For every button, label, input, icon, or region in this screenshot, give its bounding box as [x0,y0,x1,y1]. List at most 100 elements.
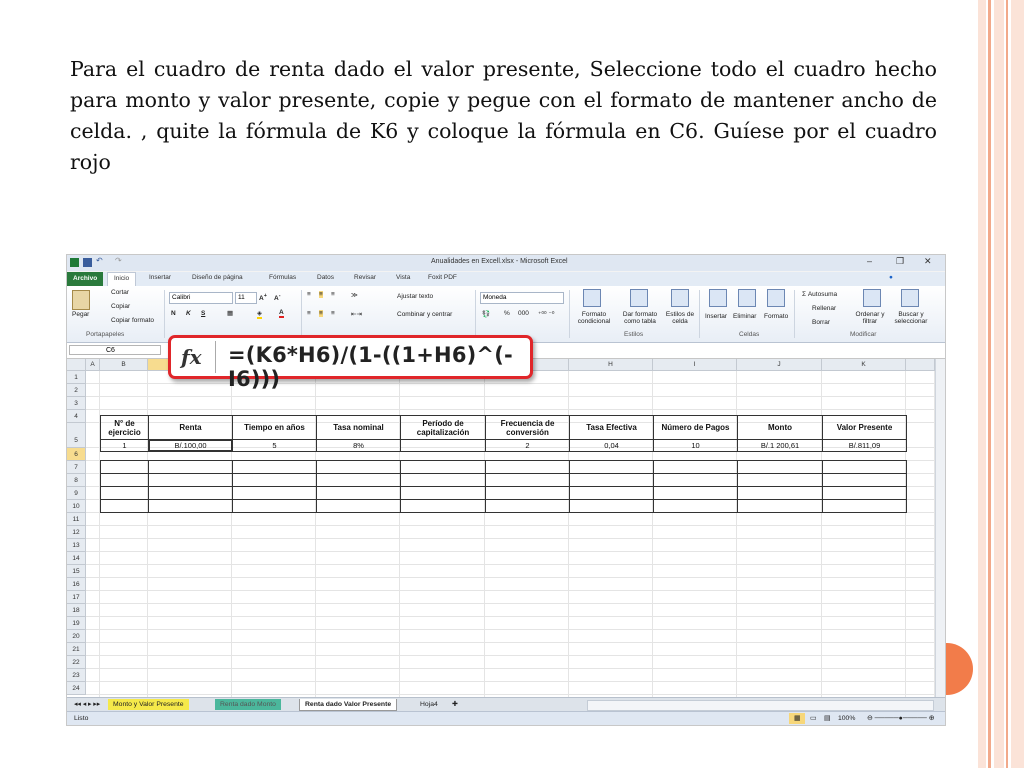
column-header[interactable]: A [86,359,100,371]
row-header[interactable]: 11 [67,513,86,526]
select-all-corner[interactable] [67,359,86,371]
tab-formulas[interactable]: Fórmulas [269,274,296,281]
table-cell-empty[interactable] [485,486,570,500]
table-cell-empty[interactable] [822,473,907,487]
table-cell-empty[interactable] [822,486,907,500]
table-cell-empty[interactable] [737,473,823,487]
table-cell-empty[interactable] [569,473,654,487]
table-cell-empty[interactable] [737,486,823,500]
tab-diseno[interactable]: Diseño de página [192,274,243,281]
table-cell-empty[interactable] [400,473,486,487]
table-cell-empty[interactable] [232,460,317,474]
table-cell-empty[interactable] [148,460,233,474]
font-size-select[interactable]: 11 [235,292,257,304]
table-header[interactable]: Monto [737,415,823,440]
row-header[interactable]: 23 [67,669,86,682]
table-cell[interactable]: 1 [100,439,149,452]
row-header[interactable]: 17 [67,591,86,604]
name-box[interactable]: C6 [69,345,161,355]
row-header[interactable]: 16 [67,578,86,591]
table-cell-empty[interactable] [316,486,401,500]
redo-icon[interactable]: ↷ [115,256,127,265]
table-header[interactable]: Frecuencia de conversión [485,415,570,440]
zoom-level[interactable]: 100% [833,713,860,724]
table-cell[interactable]: 5 [232,439,317,452]
delete-cells-button[interactable]: Eliminar [733,313,756,320]
align-left-icon[interactable]: ≡ [307,310,311,317]
sort-filter-button[interactable]: Ordenar y filtrar [853,311,887,325]
row-header[interactable]: 22 [67,656,86,669]
view-normal-icon[interactable]: ▦ [789,713,806,724]
decimals-icon[interactable]: ⁺⁰⁰ ⁻⁰ [538,310,555,318]
table-cell-empty[interactable] [569,486,654,500]
help-icon[interactable]: ● [889,274,893,281]
table-cell-empty[interactable] [100,499,149,513]
row-header[interactable]: 19 [67,617,86,630]
table-cell-empty[interactable] [100,486,149,500]
sheet-tab-hoja4[interactable]: Hoja4 [415,699,443,710]
table-cell[interactable] [400,439,486,452]
row-header[interactable]: 12 [67,526,86,539]
row-header[interactable]: 6 [67,448,86,461]
table-header[interactable]: Tasa nominal [316,415,401,440]
row-header[interactable]: 13 [67,539,86,552]
restore-button[interactable]: ❐ [896,256,904,267]
row-header[interactable]: 3 [67,397,86,410]
thousands-button[interactable]: 000 [518,310,529,317]
format-as-table-button[interactable]: Dar formato como tabla [618,311,662,325]
sheet-tab-monto-valor-presente[interactable]: Monto y Valor Presente [108,699,189,710]
minimize-button[interactable]: – [867,256,872,266]
row-header[interactable]: 21 [67,643,86,656]
table-cell[interactable]: 10 [653,439,738,452]
table-cell-empty[interactable] [400,499,486,513]
table-cell[interactable]: 2 [485,439,570,452]
table-cell-empty[interactable] [569,499,654,513]
row-header[interactable]: 10 [67,500,86,513]
table-header[interactable]: Tasa Efectiva [569,415,654,440]
insert-cells-button[interactable]: Insertar [705,313,727,320]
table-cell-empty[interactable] [485,499,570,513]
selected-cell-c6[interactable]: B/.100,00 [148,439,233,452]
row-header[interactable]: 24 [67,682,86,695]
cut-button[interactable]: Cortar [111,289,129,296]
tab-insertar[interactable]: Insertar [149,274,171,281]
save-icon[interactable] [83,258,92,267]
format-painter-button[interactable]: Copiar formato [111,317,154,324]
table-cell[interactable]: B/.811,09 [822,439,907,452]
close-button[interactable]: ✕ [924,256,932,267]
table-header[interactable]: Tiempo en años [232,415,317,440]
tab-vista[interactable]: Vista [396,274,410,281]
number-format-select[interactable]: Moneda [480,292,564,304]
sheet-nav-icons[interactable]: ◂◂ ◂ ▸ ▸▸ [69,699,105,710]
underline-button[interactable]: S [201,310,205,317]
table-cell-empty[interactable] [232,486,317,500]
conditional-format-button[interactable]: Formato condicional [572,311,616,325]
table-cell-empty[interactable] [737,499,823,513]
percent-button[interactable]: % [504,310,510,317]
column-header[interactable]: K [822,359,906,371]
table-header[interactable]: N° de ejercicio [100,415,149,440]
horizontal-scrollbar[interactable] [587,700,934,711]
column-header[interactable]: J [737,359,822,371]
paste-icon[interactable] [72,290,90,310]
align-bottom-icon[interactable]: ≡ [331,291,335,298]
orientation-icon[interactable]: ≫ [351,291,358,299]
sheet-tab-renta-dado-valor-presente[interactable]: Renta dado Valor Presente [299,699,398,711]
table-cell-empty[interactable] [822,460,907,474]
table-cell-empty[interactable] [148,473,233,487]
table-cell-empty[interactable] [485,460,570,474]
table-cell-empty[interactable] [316,460,401,474]
worksheet-grid[interactable]: A B C D E F G H I J K 123456789101112131… [67,359,935,697]
table-cell-empty[interactable] [653,486,738,500]
undo-icon[interactable]: ↶ [96,256,108,265]
cell-styles-button[interactable]: Estilos de celda [665,311,695,325]
row-header[interactable]: 5 [67,423,86,448]
row-header[interactable]: 9 [67,487,86,500]
fill-button[interactable]: Rellenar [812,305,836,312]
table-cell-empty[interactable] [316,499,401,513]
row-header[interactable]: 7 [67,461,86,474]
table-cell-empty[interactable] [737,460,823,474]
table-cell-empty[interactable] [485,473,570,487]
align-middle-icon[interactable]: ≡ [319,291,323,298]
font-color-icon[interactable]: A [279,309,284,318]
